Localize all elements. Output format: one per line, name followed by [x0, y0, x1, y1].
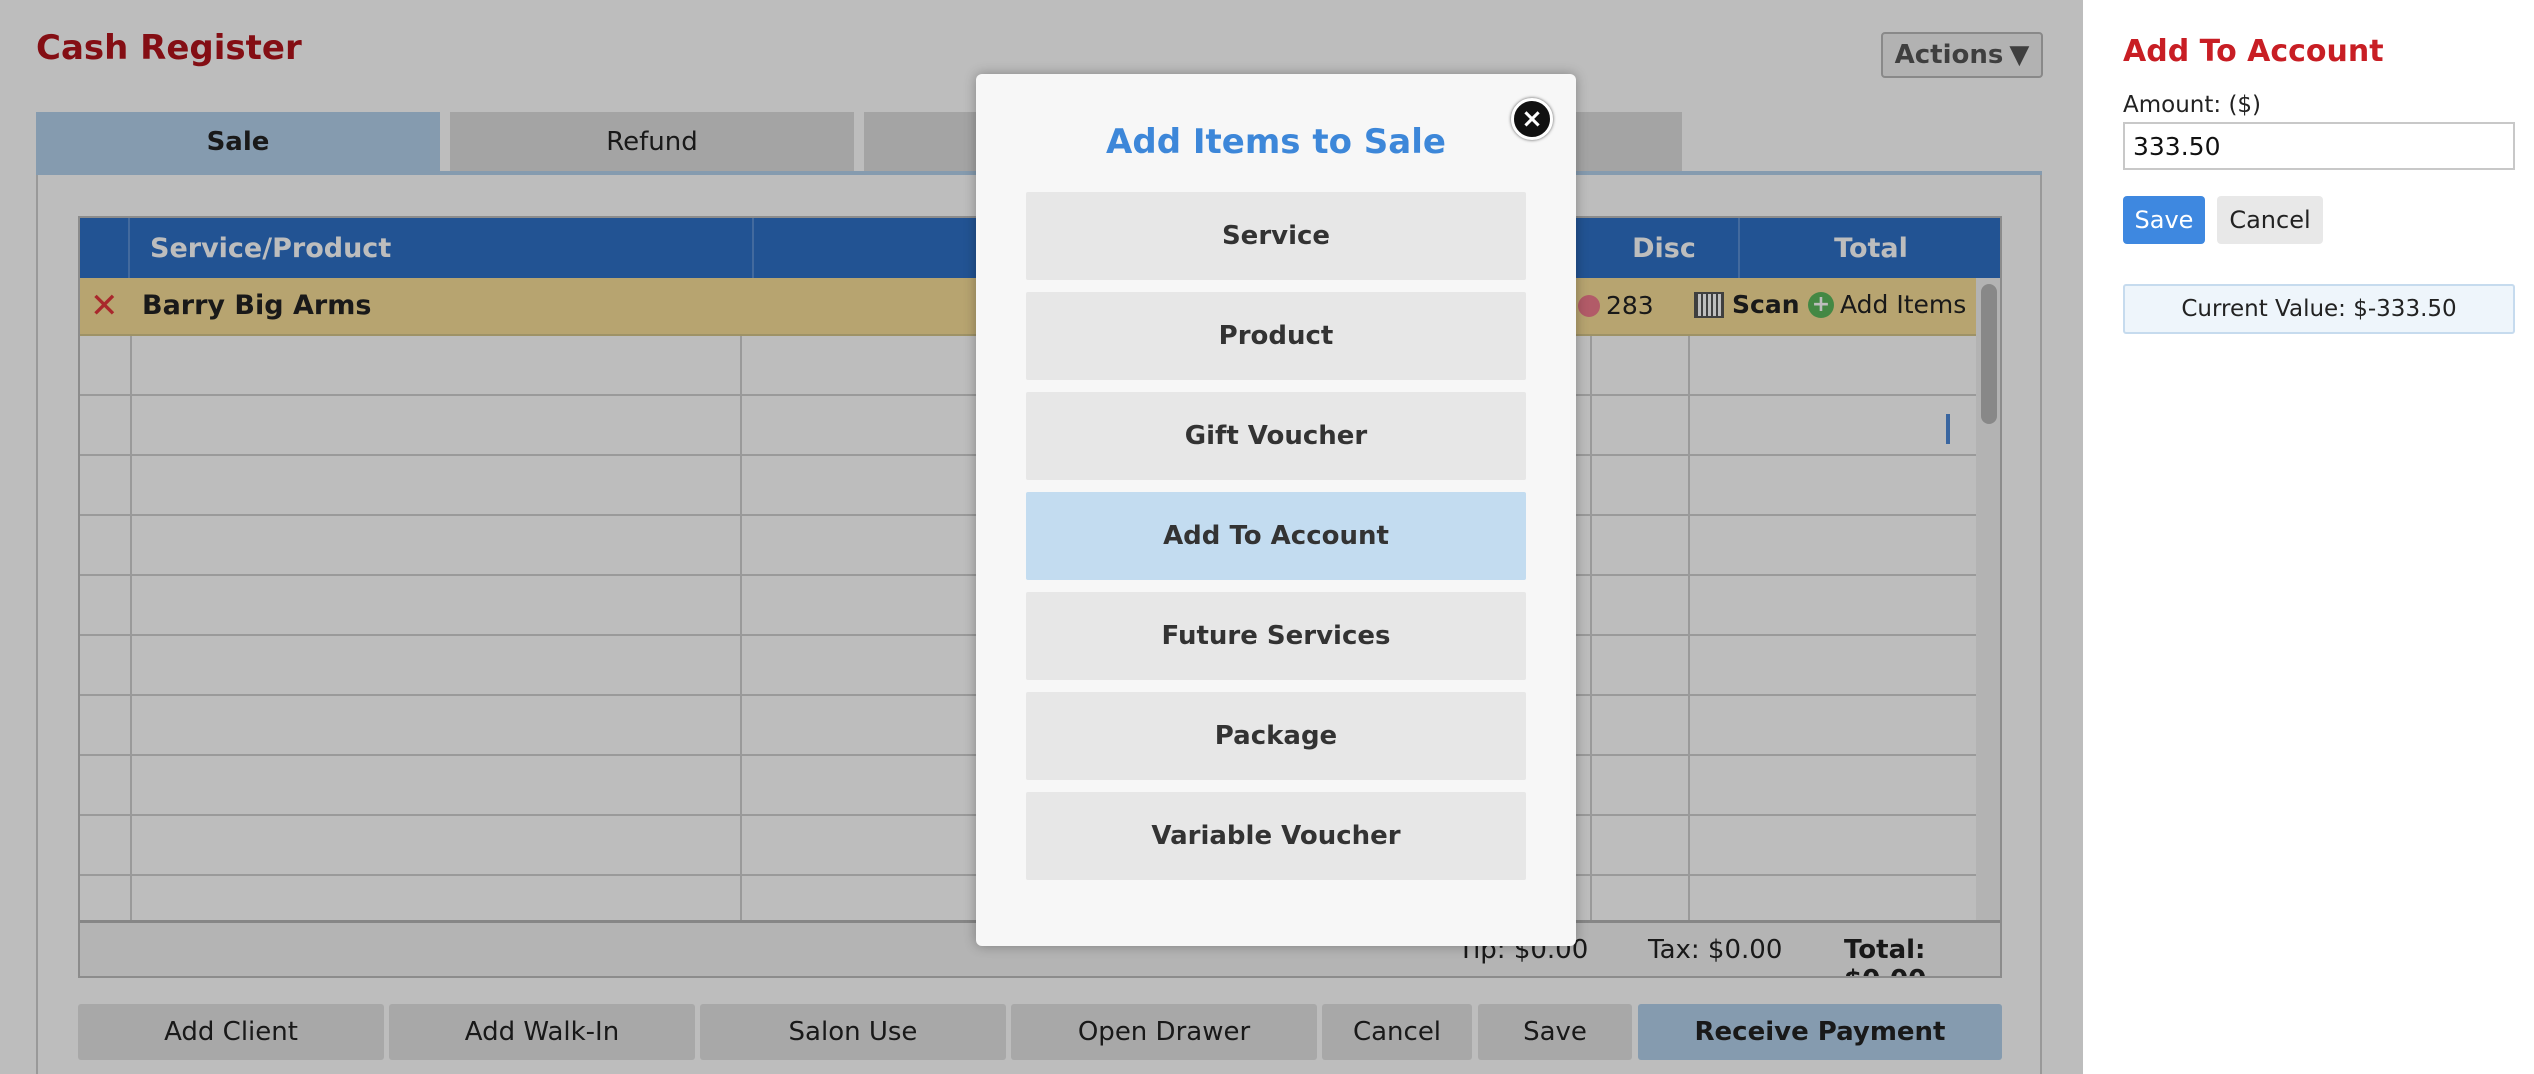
option-add-to-account[interactable]: Add To Account: [1026, 492, 1526, 580]
amount-input[interactable]: [2123, 122, 2515, 170]
close-icon[interactable]: ×: [1511, 98, 1553, 140]
current-value-display: Current Value: $-333.50: [2123, 284, 2515, 334]
amount-label: Amount: ($): [2123, 92, 2262, 118]
add-items-modal: Add Items to Sale × Service Product Gift…: [976, 74, 1576, 946]
modal-title: Add Items to Sale: [1106, 122, 1446, 162]
option-package[interactable]: Package: [1026, 692, 1526, 780]
add-to-account-panel: Add To Account Amount: ($) Save Cancel C…: [2083, 0, 2534, 1074]
panel-title: Add To Account: [2123, 34, 2384, 69]
option-service[interactable]: Service: [1026, 192, 1526, 280]
option-future-services[interactable]: Future Services: [1026, 592, 1526, 680]
option-product[interactable]: Product: [1026, 292, 1526, 380]
option-gift-voucher[interactable]: Gift Voucher: [1026, 392, 1526, 480]
cancel-button[interactable]: Cancel: [2217, 196, 2323, 244]
save-button[interactable]: Save: [2123, 196, 2205, 244]
option-variable-voucher[interactable]: Variable Voucher: [1026, 792, 1526, 880]
